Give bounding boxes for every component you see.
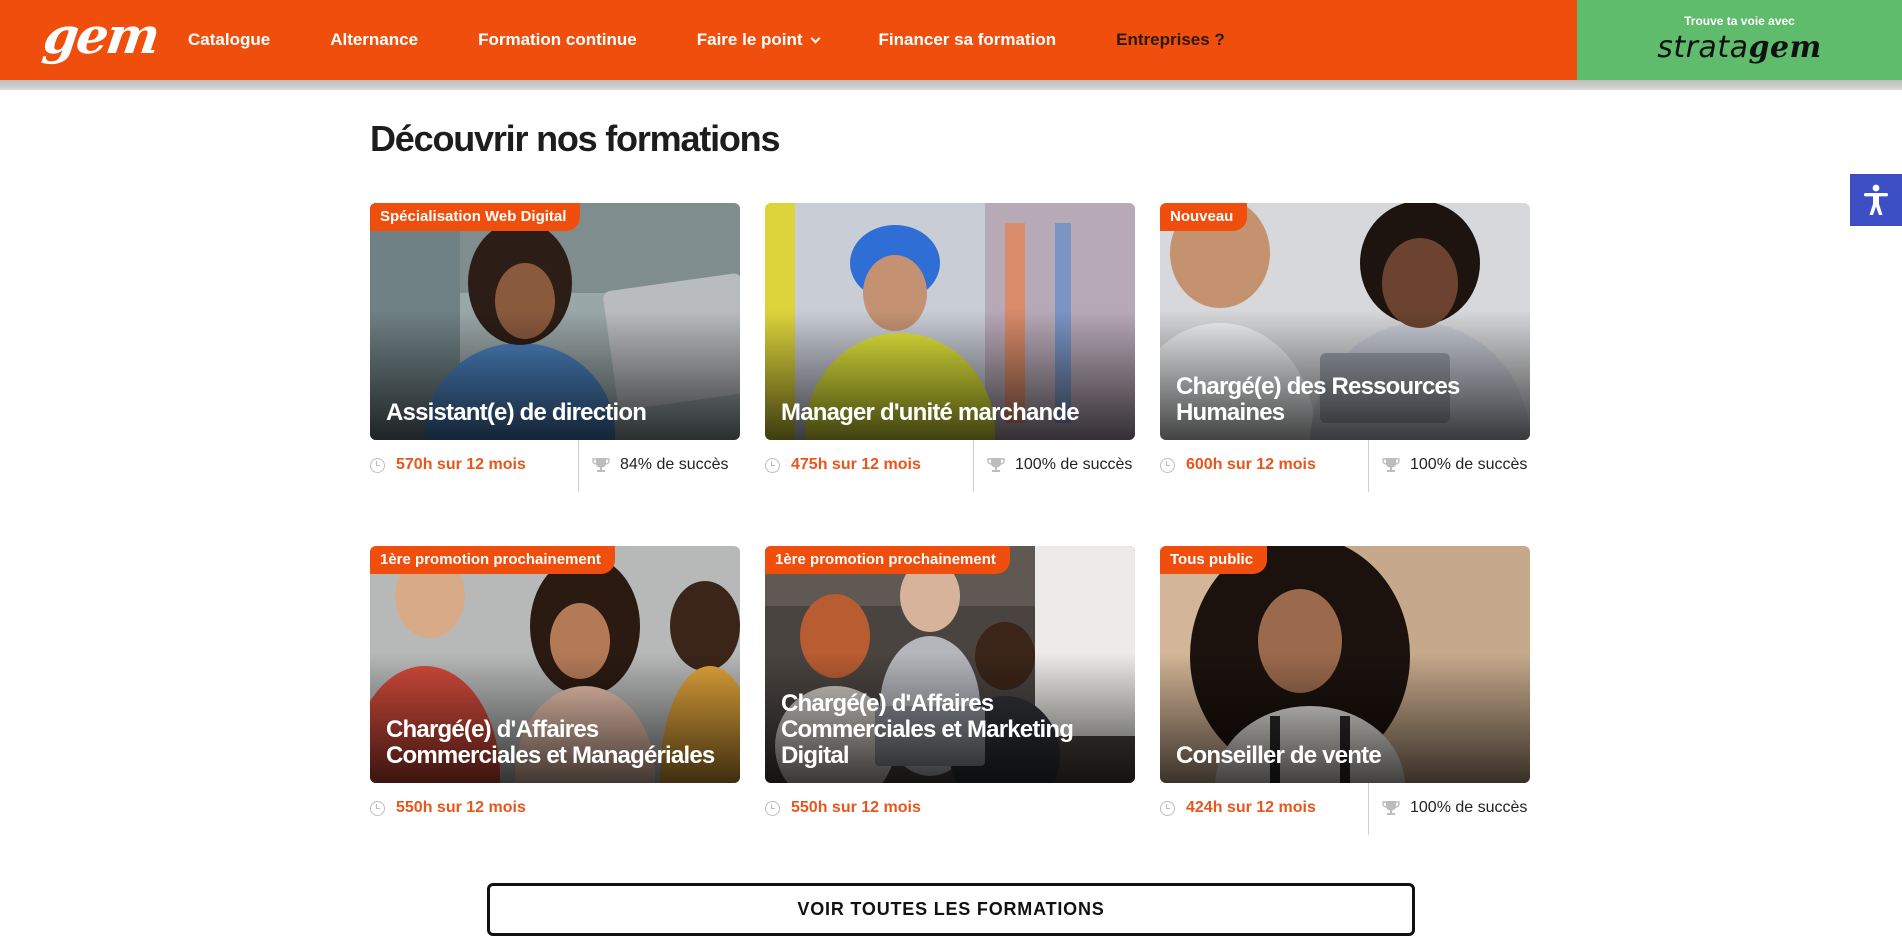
- trophy-icon: [1382, 801, 1400, 815]
- accessibility-icon: [1864, 184, 1888, 215]
- trophy-icon: [987, 458, 1005, 472]
- accessibility-button[interactable]: [1850, 174, 1902, 226]
- strata-gem-logo: stratagem: [1577, 30, 1902, 65]
- card-success-text: 84% de succès: [620, 456, 729, 473]
- card-duration-text: 550h sur 12 mois: [791, 799, 921, 816]
- main-nav: Catalogue Alternance Formation continue …: [188, 0, 1285, 80]
- nav-faire-le-point-label: Faire le point: [696, 30, 803, 49]
- chevron-down-icon: [810, 33, 820, 43]
- card-meta: 550h sur 12 mois: [765, 783, 1135, 835]
- trophy-icon: [592, 458, 610, 472]
- meta-divider: [973, 440, 974, 492]
- meta-divider: [1368, 440, 1369, 492]
- card-image: Tous public Conseiller de vente: [1160, 546, 1530, 783]
- card-duration: 475h sur 12 mois: [765, 456, 921, 474]
- card-image: 1ère promotion prochainement Chargé(e) d…: [370, 546, 740, 783]
- gem-logo[interactable]: gem: [40, 6, 162, 65]
- nav-financer[interactable]: Financer sa formation: [879, 30, 1057, 50]
- card-badge: Nouveau: [1160, 203, 1248, 231]
- card-badge: 1ère promotion prochainement: [765, 546, 1010, 574]
- card-badge: Tous public: [1160, 546, 1268, 574]
- card-title: Chargé(e) d'Affaires Commerciales et Man…: [386, 716, 715, 769]
- formation-card-affaires-manageriales[interactable]: 1ère promotion prochainement Chargé(e) d…: [370, 546, 740, 835]
- site-header: gem Catalogue Alternance Formation conti…: [0, 0, 1902, 80]
- card-title: Conseiller de vente: [1176, 742, 1382, 769]
- card-image: Manager d'unité marchande: [765, 203, 1135, 440]
- card-badge: 1ère promotion prochainement: [370, 546, 615, 574]
- clock-icon: [370, 800, 385, 816]
- strata-tagline: Trouve ta voie avec: [1684, 14, 1795, 28]
- card-duration: 550h sur 12 mois: [370, 799, 526, 817]
- card-success-rate: 100% de succès: [1382, 456, 1527, 474]
- trophy-icon: [1382, 458, 1400, 472]
- card-meta: 570h sur 12 mois 84% de succès: [370, 440, 740, 492]
- clock-icon: [1160, 800, 1175, 816]
- card-duration: 570h sur 12 mois: [370, 456, 526, 474]
- nav-catalogue[interactable]: Catalogue: [188, 30, 270, 50]
- meta-divider: [578, 440, 579, 492]
- card-success-rate: 84% de succès: [592, 456, 729, 474]
- header-divider: [0, 80, 1902, 90]
- card-success-rate: 100% de succès: [1382, 799, 1527, 817]
- card-success-text: 100% de succès: [1410, 799, 1528, 816]
- nav-formation-continue[interactable]: Formation continue: [478, 30, 637, 50]
- formation-card-conseiller-vente[interactable]: Tous public Conseiller de vente 424h sur…: [1160, 546, 1530, 835]
- card-meta: 475h sur 12 mois 100% de succès: [765, 440, 1135, 492]
- clock-icon: [765, 457, 780, 473]
- card-image: Nouveau Chargé(e) des Ressources Humaine…: [1160, 203, 1530, 440]
- gem-logo-part: gem: [1748, 30, 1822, 65]
- card-meta: 550h sur 12 mois: [370, 783, 740, 835]
- strata-gem-banner[interactable]: Trouve ta voie avec stratagem: [1577, 0, 1902, 80]
- card-duration-text: 475h sur 12 mois: [791, 456, 921, 473]
- formation-card-assistant-direction[interactable]: Spécialisation Web Digital Assistant(e) …: [370, 203, 740, 492]
- card-title: Manager d'unité marchande: [781, 399, 1080, 426]
- formation-card-manager-unite[interactable]: Manager d'unité marchande 475h sur 12 mo…: [765, 203, 1135, 492]
- view-all-formations-button[interactable]: VOIR TOUTES LES FORMATIONS: [487, 883, 1415, 936]
- card-title: Chargé(e) d'Affaires Commerciales et Mar…: [781, 690, 1074, 769]
- card-duration-text: 600h sur 12 mois: [1186, 456, 1316, 473]
- card-title: Assistant(e) de direction: [386, 399, 647, 426]
- clock-icon: [370, 457, 385, 473]
- formation-card-ressources-humaines[interactable]: Nouveau Chargé(e) des Ressources Humaine…: [1160, 203, 1530, 492]
- card-success-rate: 100% de succès: [987, 456, 1132, 474]
- card-image: Spécialisation Web Digital Assistant(e) …: [370, 203, 740, 440]
- card-duration-text: 570h sur 12 mois: [396, 456, 526, 473]
- card-success-text: 100% de succès: [1015, 456, 1133, 473]
- card-meta: 424h sur 12 mois 100% de succès: [1160, 783, 1530, 835]
- card-success-text: 100% de succès: [1410, 456, 1528, 473]
- card-duration: 550h sur 12 mois: [765, 799, 921, 817]
- card-duration-text: 424h sur 12 mois: [1186, 799, 1316, 816]
- meta-divider: [1368, 783, 1369, 835]
- card-image: 1ère promotion prochainement Chargé(e) d…: [765, 546, 1135, 783]
- card-duration: 600h sur 12 mois: [1160, 456, 1316, 474]
- strata-logo-part: strata: [1657, 30, 1749, 65]
- card-title: Chargé(e) des Ressources Humaines: [1176, 373, 1460, 426]
- formation-card-affaires-marketing[interactable]: 1ère promotion prochainement Chargé(e) d…: [765, 546, 1135, 835]
- section-title: Découvrir nos formations: [370, 118, 780, 159]
- card-duration: 424h sur 12 mois: [1160, 799, 1316, 817]
- clock-icon: [1160, 457, 1175, 473]
- card-duration-text: 550h sur 12 mois: [396, 799, 526, 816]
- card-meta: 600h sur 12 mois 100% de succès: [1160, 440, 1530, 492]
- nav-entreprises[interactable]: Entreprises ?: [1116, 30, 1225, 50]
- nav-alternance[interactable]: Alternance: [330, 30, 418, 50]
- card-badge: Spécialisation Web Digital: [370, 203, 581, 231]
- clock-icon: [765, 800, 780, 816]
- nav-faire-le-point[interactable]: Faire le point: [696, 30, 820, 50]
